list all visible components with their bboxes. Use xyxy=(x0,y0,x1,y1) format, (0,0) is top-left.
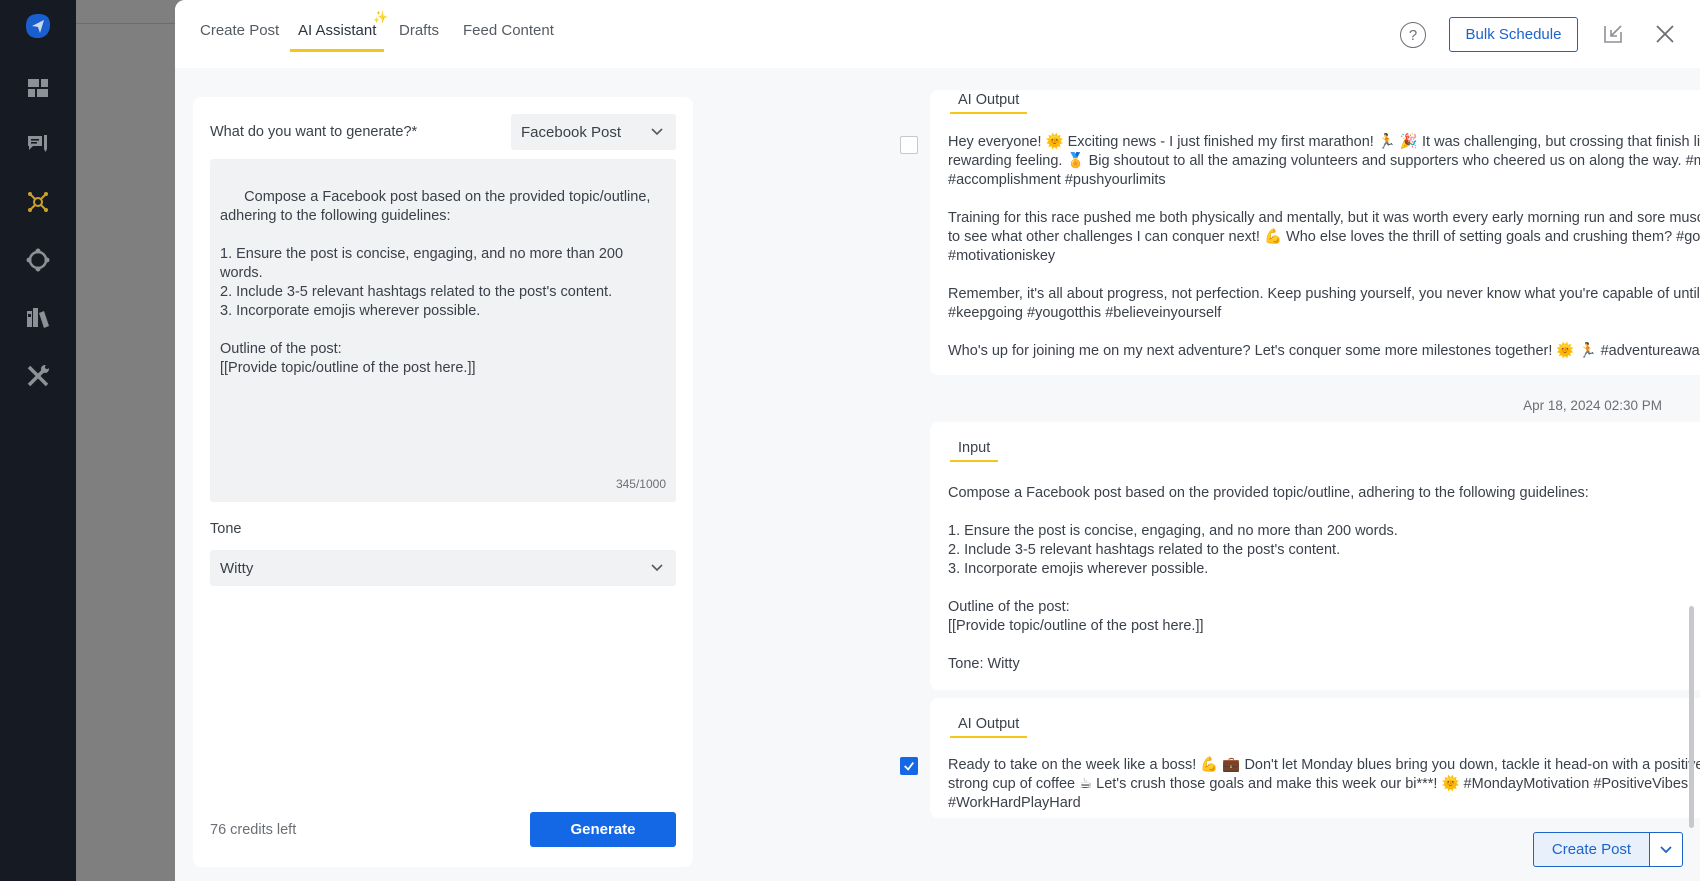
backdrop-divider xyxy=(76,23,176,24)
modal-header: Create Post AI Assistant ✨ Drafts Feed C… xyxy=(175,0,1700,68)
history-scrollbar[interactable] xyxy=(1689,606,1694,828)
ai-output-label: AI Output xyxy=(950,92,1028,114)
app-logo-send-icon[interactable] xyxy=(12,6,64,46)
history-timestamp: Apr 18, 2024 02:30 PM xyxy=(1523,398,1662,413)
compose-icon[interactable] xyxy=(12,124,64,164)
minimize-icon[interactable] xyxy=(1601,22,1625,46)
credits-left: 76 credits left xyxy=(210,822,297,838)
tab-ai-assistant[interactable]: AI Assistant xyxy=(290,22,385,52)
prompt-text: Compose a Facebook post based on the pro… xyxy=(220,189,651,376)
generate-type-value: Facebook Post xyxy=(521,123,622,141)
generate-type-label: What do you want to generate?* xyxy=(210,124,418,140)
chevron-down-icon xyxy=(1660,845,1672,853)
library-icon[interactable] xyxy=(12,298,64,338)
sparkle-icon: ✨ xyxy=(373,10,388,24)
tab-feed-content[interactable]: Feed Content xyxy=(463,22,554,51)
ai-output-card: AI Output Hey everyone! 🌞 Exciting news … xyxy=(930,90,1700,375)
checkmark-icon xyxy=(904,762,914,771)
app-sidebar xyxy=(0,0,76,881)
prompt-textarea[interactable]: Compose a Facebook post based on the pro… xyxy=(210,159,676,502)
ai-generate-form: What do you want to generate?* Facebook … xyxy=(193,97,693,867)
tab-drafts[interactable]: Drafts xyxy=(399,22,439,51)
tab-create-post[interactable]: Create Post xyxy=(200,22,279,51)
ai-output-text: Ready to take on the week like a boss! 💪… xyxy=(948,757,1700,811)
tone-label: Tone xyxy=(210,521,242,537)
ai-history-list: AI Output Hey everyone! 🌞 Exciting news … xyxy=(715,68,1700,881)
generate-button[interactable]: Generate xyxy=(530,812,676,847)
ai-output-card: AI Output Ready to take on the week like… xyxy=(930,698,1700,818)
generate-type-select[interactable]: Facebook Post xyxy=(511,114,676,150)
network-hub-icon[interactable] xyxy=(12,182,64,222)
tone-select[interactable]: Witty xyxy=(210,550,676,586)
chevron-down-icon xyxy=(651,128,663,136)
ai-output-text: Hey everyone! 🌞 Exciting news - I just f… xyxy=(948,134,1700,359)
close-icon[interactable] xyxy=(1653,22,1677,46)
bulk-schedule-button[interactable]: Bulk Schedule xyxy=(1449,17,1578,52)
character-counter: 345/1000 xyxy=(615,477,666,491)
select-output-checkbox[interactable] xyxy=(900,136,918,154)
post-composer-modal: Create Post AI Assistant ✨ Drafts Feed C… xyxy=(175,0,1700,881)
tools-icon[interactable] xyxy=(12,356,64,396)
create-post-dropdown[interactable] xyxy=(1649,832,1683,867)
chevron-down-icon xyxy=(651,564,663,572)
ai-output-label: AI Output xyxy=(950,716,1028,738)
input-text: Compose a Facebook post based on the pro… xyxy=(948,485,1589,672)
select-output-checkbox-checked[interactable] xyxy=(900,757,918,775)
tone-value: Witty xyxy=(220,559,254,577)
help-icon[interactable]: ? xyxy=(1400,22,1426,48)
input-card: Input Compose a Facebook post based on t… xyxy=(930,422,1700,690)
create-post-button[interactable]: Create Post xyxy=(1533,832,1649,867)
engage-circle-icon[interactable] xyxy=(12,240,64,280)
input-label: Input xyxy=(950,440,999,462)
modal-backdrop xyxy=(76,0,176,881)
dashboard-icon[interactable] xyxy=(12,68,64,108)
